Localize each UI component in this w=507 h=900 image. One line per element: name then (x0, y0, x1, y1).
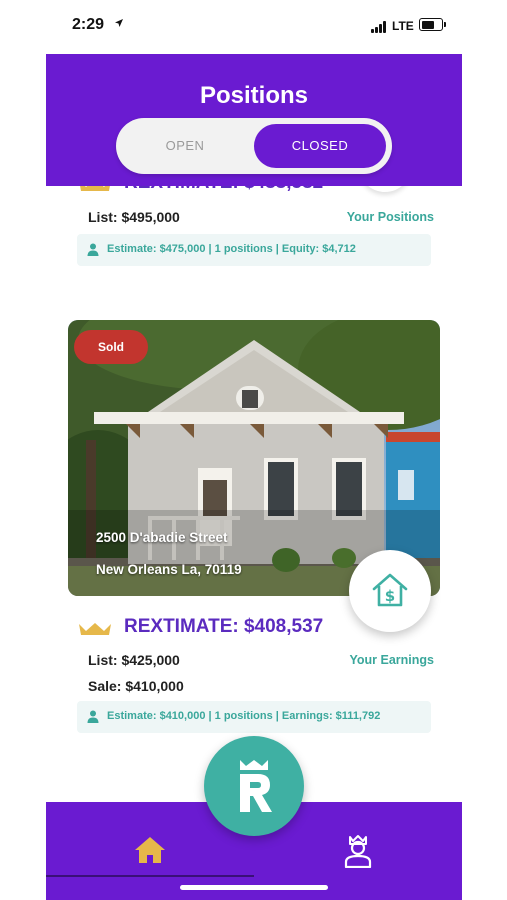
svg-text:$: $ (385, 587, 395, 605)
header: Positions OPEN CLOSED (46, 54, 462, 186)
status-time: 2:29 (72, 16, 105, 33)
profile-icon[interactable] (343, 834, 373, 868)
previous-card-rextimate: REXTIMATE: $488,582 (124, 186, 323, 194)
phone-screen: 2:29 LTE Positions OPEN CLOSED List: $49… (46, 0, 462, 900)
previous-card-summary: Estimate: $475,000 | 1 positions | Equit… (107, 243, 356, 255)
rextimate-logo-button[interactable] (204, 736, 304, 836)
property-street: 2500 D'abadie Street (96, 530, 228, 545)
status-bar: 2:29 LTE (46, 0, 462, 54)
summary-chip: Estimate: $410,000 | 1 positions | Earni… (77, 701, 431, 733)
page-title: Positions (199, 82, 308, 109)
your-positions-link[interactable]: Your Positions (347, 210, 434, 224)
tab-open[interactable]: OPEN (116, 118, 254, 174)
positions-toggle: OPEN CLOSED (116, 118, 392, 174)
home-indicator[interactable] (180, 885, 328, 890)
crown-icon (80, 186, 110, 191)
rextimate-logo-icon (240, 760, 272, 812)
tab-closed[interactable]: CLOSED (254, 124, 386, 168)
person-icon (87, 710, 99, 723)
location-arrow-icon (115, 19, 123, 27)
home-icon[interactable] (134, 836, 166, 864)
your-earnings-link[interactable]: Your Earnings (349, 653, 434, 667)
person-icon (87, 243, 99, 256)
previous-card-action-button[interactable] (358, 186, 412, 192)
list-price: List: $425,000 (88, 652, 180, 668)
crown-icon (79, 623, 111, 635)
house-dollar-icon: $ (372, 573, 408, 607)
positions-list[interactable]: REXTIMATE: $488,582 List: $495,000 Your … (46, 186, 462, 802)
previous-card-summary-chip: Estimate: $475,000 | 1 positions | Equit… (77, 234, 431, 266)
signal-icon (371, 21, 389, 33)
summary-text: Estimate: $410,000 | 1 positions | Earni… (107, 710, 381, 722)
battery-icon (419, 18, 446, 31)
network-type: LTE (392, 19, 414, 33)
nav-active-indicator (46, 875, 254, 877)
house-dollar-button[interactable]: $ (349, 550, 431, 632)
property-city: New Orleans La, 70119 (96, 562, 242, 577)
sale-price: Sale: $410,000 (88, 678, 184, 694)
rextimate-value: REXTIMATE: $408,537 (124, 616, 324, 637)
previous-card-list-price: List: $495,000 (88, 209, 180, 225)
sold-badge: Sold (74, 330, 148, 364)
